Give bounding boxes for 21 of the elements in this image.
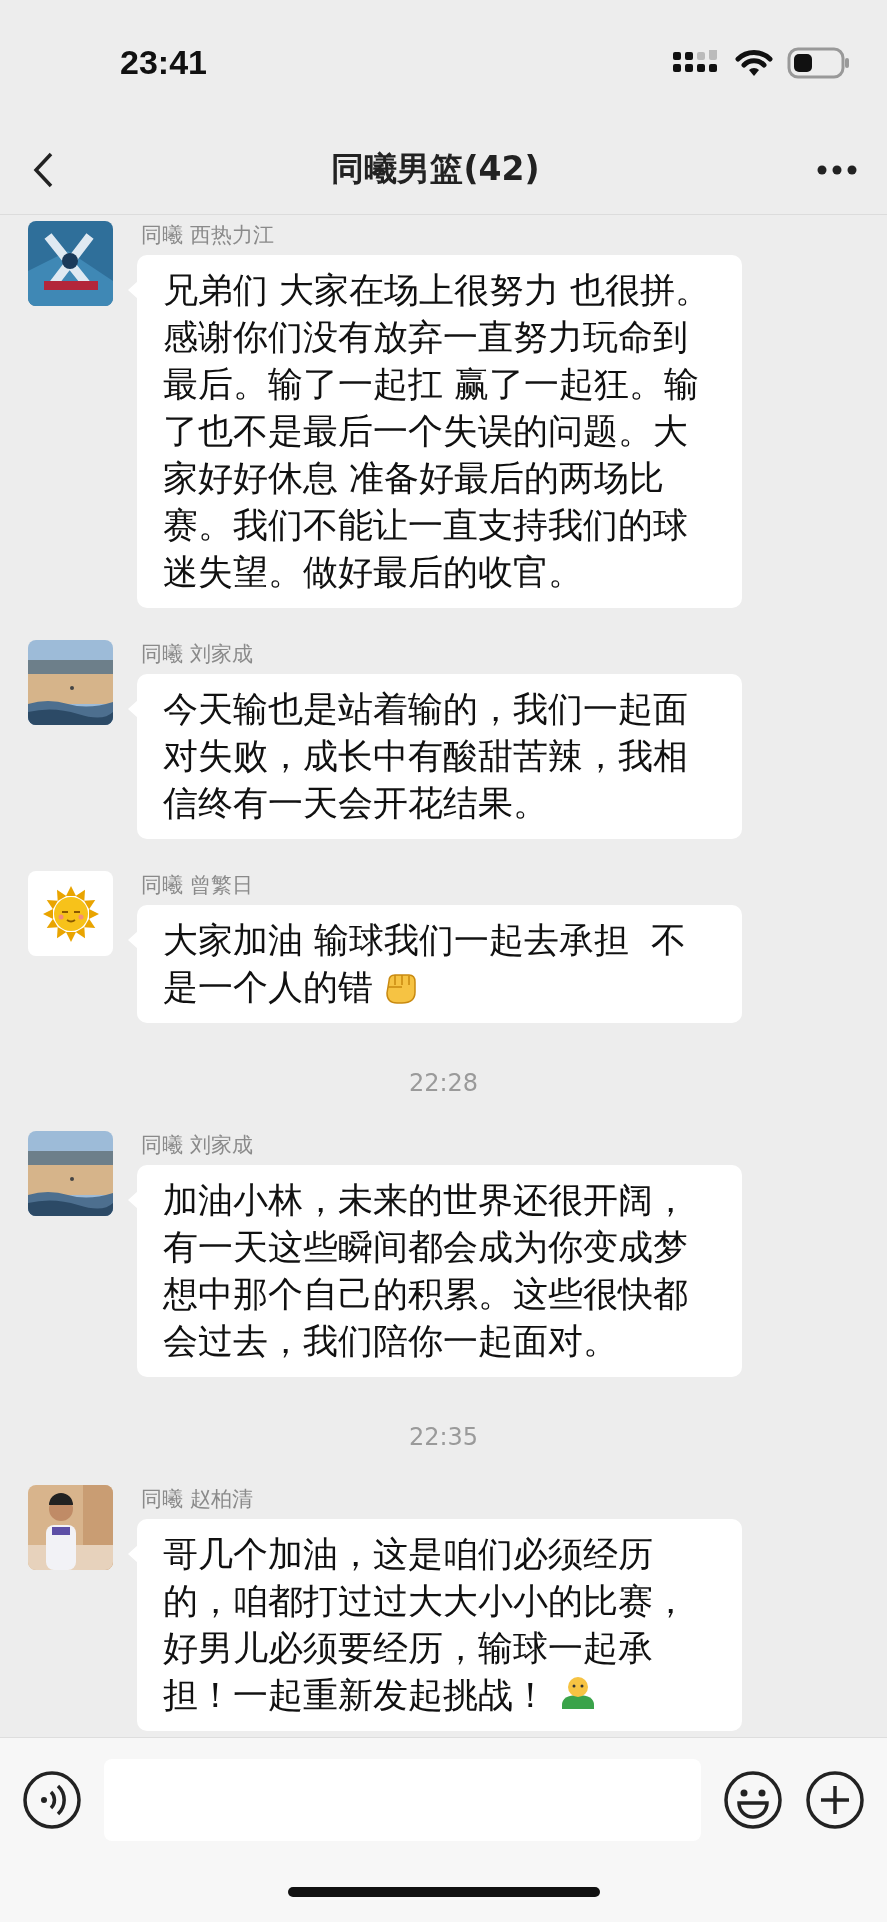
message-text: 大家加油 输球我们一起去承担 不是一个人的错 bbox=[163, 919, 688, 1009]
message-text: 今天输也是站着输的，我们一起面对失败，成长中有酸甜苦辣，我相信终有一天会开花结果。 bbox=[163, 688, 689, 825]
message-text: 哥几个加油，这是咱们必须经历的，咱都打过过大大小小的比赛，好男儿必须要经历，输球一起承担！一起重新发起挑战！ bbox=[163, 1533, 689, 1717]
sender-name: 同曦 西热力江 bbox=[141, 222, 275, 249]
message-text: 兄弟们 大家在场上很努力 也很拼。感谢你们没有放弃一直努力玩命到最后。输了一起扛 赢了一起狂。输了也不是最后一个失误的问题。大家好好休息 准备好最后的两场比赛。我们不能让一直支持我们的球迷失望。做好最后的收官。 bbox=[163, 269, 712, 594]
timestamp: 22:35 bbox=[408, 1423, 479, 1451]
clock-time: 23:41 bbox=[120, 43, 207, 82]
back-button[interactable] bbox=[32, 150, 54, 189]
voice-button[interactable] bbox=[22, 1770, 82, 1830]
add-button[interactable] bbox=[805, 1770, 865, 1830]
sender-name: 同曦 刘家成 bbox=[141, 641, 254, 668]
wifi-icon bbox=[735, 48, 773, 77]
more-button[interactable] bbox=[817, 164, 857, 175]
timestamp: 22:28 bbox=[408, 1069, 479, 1097]
sender-name: 同曦 赵柏清 bbox=[141, 1486, 254, 1513]
message-text: 加油小林，未来的世界还很开阔，有一天这些瞬间都会成为你变成梦想中那个自己的积累。这些很快都会过去，我们陪你一起面对。 bbox=[163, 1179, 689, 1363]
chat-title: 同曦男篮(42) bbox=[331, 148, 540, 190]
emoji-button[interactable] bbox=[723, 1770, 783, 1830]
battery-icon bbox=[787, 46, 851, 79]
sender-name: 同曦 曾繁日 bbox=[141, 872, 254, 899]
sender-name: 同曦 刘家成 bbox=[141, 1132, 254, 1159]
